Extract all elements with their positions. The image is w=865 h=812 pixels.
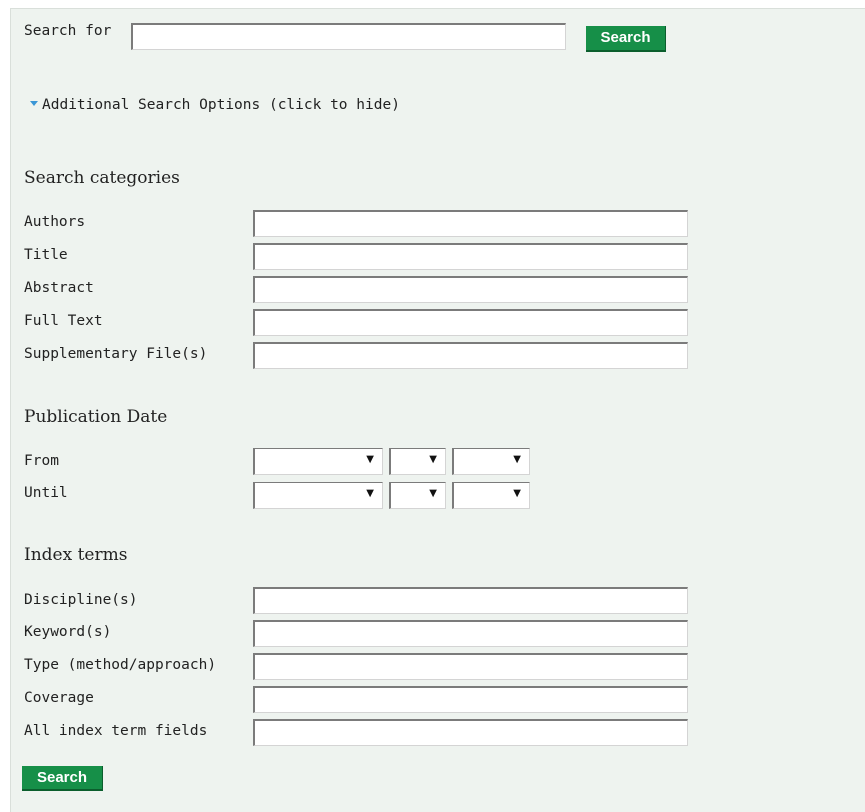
abstract-input[interactable]: [253, 276, 688, 303]
authors-input[interactable]: [253, 210, 688, 237]
additional-options-toggle[interactable]: Additional Search Options (click to hide…: [30, 97, 400, 113]
until-month-select[interactable]: ▼: [253, 482, 383, 509]
type-input[interactable]: [253, 653, 688, 680]
from-year-select[interactable]: ▼: [452, 448, 530, 475]
from-month-select[interactable]: ▼: [253, 448, 383, 475]
from-day-select[interactable]: ▼: [389, 448, 446, 475]
until-year-select[interactable]: ▼: [452, 482, 530, 509]
triangle-down-icon: [30, 100, 38, 106]
dropdown-arrow-icon: ▼: [366, 454, 374, 465]
dropdown-arrow-icon: ▼: [429, 454, 437, 465]
coverage-label: Coverage: [24, 690, 94, 706]
abstract-label: Abstract: [24, 280, 94, 296]
keywords-label: Keyword(s): [24, 624, 112, 640]
until-day-select[interactable]: ▼: [389, 482, 446, 509]
disciplines-input[interactable]: [253, 587, 688, 614]
until-label: Until: [24, 485, 68, 501]
dropdown-arrow-icon: ▼: [366, 488, 374, 499]
bottom-search-button[interactable]: Search: [22, 766, 103, 791]
advanced-search-panel: Search for Search Additional Search Opti…: [10, 8, 865, 812]
search-categories-heading: Search categories: [24, 168, 180, 188]
dropdown-arrow-icon: ▼: [513, 454, 521, 465]
additional-options-label: Additional Search Options (click to hide…: [42, 97, 400, 113]
index-terms-heading: Index terms: [24, 545, 128, 565]
supplementary-files-input[interactable]: [253, 342, 688, 369]
publication-date-heading: Publication Date: [24, 407, 168, 427]
full-text-input[interactable]: [253, 309, 688, 336]
all-index-terms-label: All index term fields: [24, 723, 208, 739]
search-button[interactable]: Search: [586, 26, 666, 52]
from-label: From: [24, 453, 59, 469]
coverage-input[interactable]: [253, 686, 688, 713]
dropdown-arrow-icon: ▼: [513, 488, 521, 499]
title-label: Title: [24, 247, 68, 263]
dropdown-arrow-icon: ▼: [429, 488, 437, 499]
full-text-label: Full Text: [24, 313, 103, 329]
authors-label: Authors: [24, 214, 86, 230]
all-index-terms-input[interactable]: [253, 719, 688, 746]
keywords-input[interactable]: [253, 620, 688, 647]
search-input[interactable]: [131, 23, 566, 50]
disciplines-label: Discipline(s): [24, 592, 138, 608]
type-label: Type (method/approach): [24, 657, 217, 673]
supplementary-files-label: Supplementary File(s): [24, 346, 208, 362]
search-for-label: Search for: [24, 23, 112, 39]
title-input[interactable]: [253, 243, 688, 270]
